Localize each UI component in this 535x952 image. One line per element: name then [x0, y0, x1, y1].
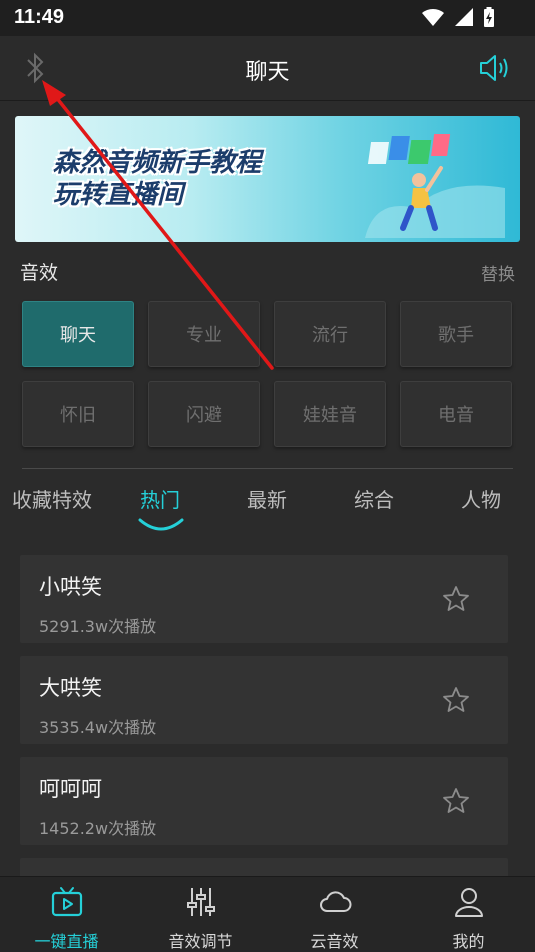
tab-characters[interactable]: 人物 [461, 484, 501, 513]
banner-illustration [365, 134, 505, 238]
song-play-count: 5291.3w次播放 [39, 617, 157, 636]
nav-effects-tuning[interactable]: 音效调节 [134, 877, 267, 952]
song-title: 小哄笑 [39, 575, 102, 599]
song-play-count: 1452.2w次播放 [39, 819, 157, 838]
list-item[interactable] [20, 858, 508, 878]
nav-label: 云音效 [310, 932, 359, 951]
tutorial-banner[interactable]: 森然音频新手教程 玩转直播间 [15, 116, 520, 242]
status-icons [417, 6, 495, 30]
banner-subtitle: 玩转直播间 [53, 180, 184, 210]
signal-icon [454, 8, 473, 26]
wifi-icon [421, 8, 444, 26]
star-icon[interactable] [442, 585, 470, 613]
list-item[interactable]: 呵呵呵 1452.2w次播放 [20, 757, 508, 845]
top-bar: 聊天 [0, 36, 535, 101]
effect-button-electro[interactable]: 电音 [400, 381, 512, 447]
nav-cloud-effects[interactable]: 云音效 [268, 877, 401, 952]
equalizer-icon [186, 888, 215, 916]
effect-button-nostalgic[interactable]: 怀旧 [22, 381, 134, 447]
tab-comprehensive[interactable]: 综合 [354, 484, 394, 513]
speaker-icon[interactable] [477, 50, 513, 86]
tab-favorites[interactable]: 收藏特效 [12, 484, 92, 513]
song-title: 大哄笑 [39, 676, 102, 700]
active-tab-indicator [138, 518, 184, 531]
page-title: 聊天 [245, 60, 290, 85]
list-item[interactable]: 小哄笑 5291.3w次播放 [20, 555, 508, 643]
bottom-nav: 一键直播 音效调节 云音效 我的 [0, 876, 535, 952]
effect-button-dodge[interactable]: 闪避 [148, 381, 260, 447]
effect-button-chat[interactable]: 聊天 [22, 301, 134, 367]
nav-profile[interactable]: 我的 [402, 877, 535, 952]
star-icon[interactable] [442, 787, 470, 815]
battery-charging-icon [484, 7, 494, 27]
tab-hot[interactable]: 热门 [140, 484, 180, 513]
list-item[interactable]: 大哄笑 3535.4w次播放 [20, 656, 508, 744]
effect-button-professional[interactable]: 专业 [148, 301, 260, 367]
cloud-icon [319, 891, 351, 912]
nav-label: 音效调节 [168, 932, 233, 951]
tv-play-icon [51, 887, 82, 917]
status-bar: 11:49 [0, 0, 535, 36]
status-time: 11:49 [14, 6, 65, 28]
song-title: 呵呵呵 [39, 777, 102, 801]
song-play-count: 3535.4w次播放 [39, 718, 157, 737]
effects-section-label: 音效 [20, 262, 59, 284]
effect-button-pop[interactable]: 流行 [274, 301, 386, 367]
user-icon [454, 888, 483, 917]
category-tabs: 收藏特效 热门 最新 综合 人物 [0, 484, 535, 530]
switch-button[interactable]: 替换 [481, 260, 515, 285]
section-divider [22, 468, 513, 469]
nav-label: 我的 [452, 932, 485, 951]
nav-label: 一键直播 [34, 932, 99, 951]
effect-button-baby-voice[interactable]: 娃娃音 [274, 381, 386, 447]
tab-latest[interactable]: 最新 [247, 484, 287, 513]
star-icon[interactable] [442, 686, 470, 714]
nav-live[interactable]: 一键直播 [0, 877, 133, 952]
effect-button-singer[interactable]: 歌手 [400, 301, 512, 367]
